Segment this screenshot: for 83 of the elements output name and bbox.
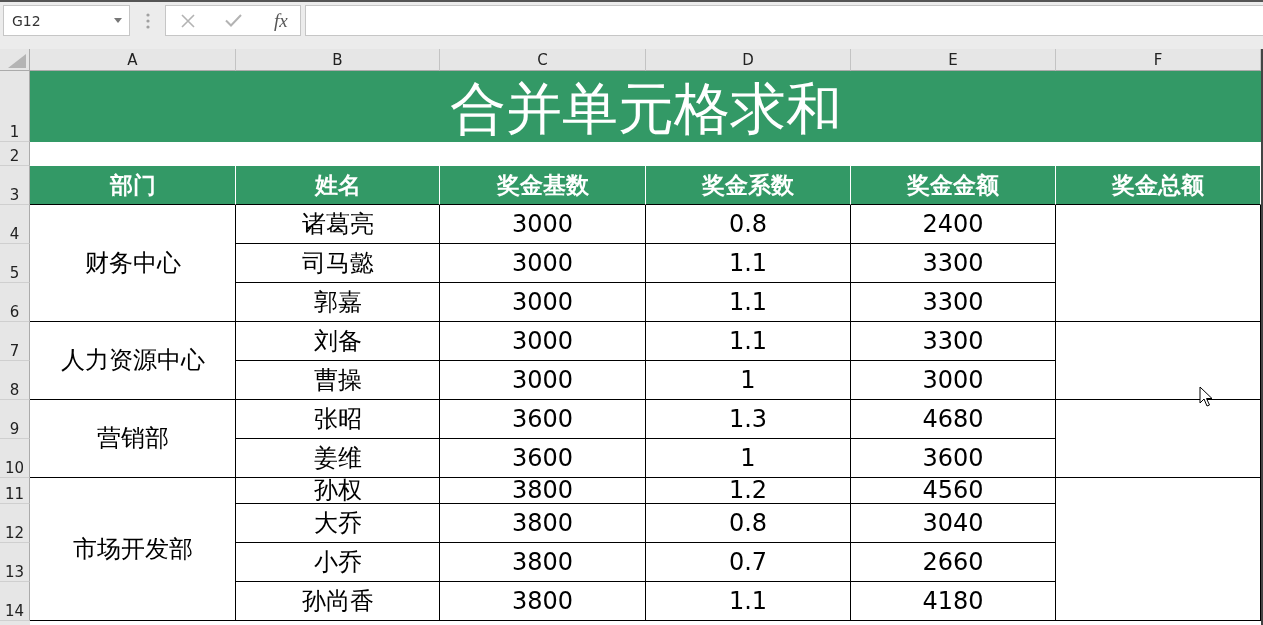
- column-header[interactable]: F: [1056, 49, 1261, 71]
- column-heading: 奖金金额: [851, 166, 1056, 205]
- row-header[interactable]: 4: [0, 205, 30, 244]
- name-box[interactable]: G12: [3, 5, 130, 36]
- table-cell: 司马懿: [236, 244, 440, 283]
- table-cell: 孙权: [236, 478, 440, 504]
- insert-function-button[interactable]: fx: [272, 10, 290, 31]
- table-cell: 3000: [440, 244, 646, 283]
- select-all-button[interactable]: [0, 49, 30, 71]
- table-cell: 3000: [440, 322, 646, 361]
- table-cell: 2660: [851, 543, 1056, 582]
- mouse-pointer-icon: [1199, 386, 1212, 407]
- row-header[interactable]: 2: [0, 142, 30, 166]
- triangle-icon: [8, 54, 26, 68]
- table-cell: 营销部: [30, 400, 236, 478]
- table-cell: 人力资源中心: [30, 322, 236, 400]
- table-cell: 4180: [851, 582, 1056, 621]
- row-header[interactable]: 12: [0, 504, 30, 543]
- row-header[interactable]: 11: [0, 478, 30, 504]
- column-heading: 奖金系数: [646, 166, 851, 205]
- table-cell: 1.1: [646, 582, 851, 621]
- table-cell: 4560: [851, 478, 1056, 504]
- caret-icon[interactable]: [114, 18, 122, 23]
- table-cell: 孙尚香: [236, 582, 440, 621]
- column-heading: 奖金总额: [1056, 166, 1261, 205]
- table-cell: 小乔: [236, 543, 440, 582]
- table-cell: 4680: [851, 400, 1056, 439]
- table-cell: 姜维: [236, 439, 440, 478]
- table-cell: 刘备: [236, 322, 440, 361]
- row-header[interactable]: 13: [0, 543, 30, 582]
- table-cell: 3800: [440, 478, 646, 504]
- column-header[interactable]: B: [236, 49, 440, 71]
- table-cell: 张昭: [236, 400, 440, 439]
- column-header[interactable]: E: [851, 49, 1056, 71]
- table-cell: 3300: [851, 322, 1056, 361]
- table-cell: 3300: [851, 283, 1056, 322]
- table-cell: 1.1: [646, 322, 851, 361]
- table-cell: 3040: [851, 504, 1056, 543]
- grip-icon[interactable]: [146, 13, 150, 29]
- table-cell: 3300: [851, 244, 1056, 283]
- table-cell: 财务中心: [30, 205, 236, 322]
- table-cell: 3600: [440, 400, 646, 439]
- table-cell: 1.1: [646, 244, 851, 283]
- row-header[interactable]: 10: [0, 439, 30, 478]
- row-header[interactable]: 1: [0, 71, 30, 142]
- column-header[interactable]: C: [440, 49, 646, 71]
- table-cell: 1.3: [646, 400, 851, 439]
- table-cell: 3000: [851, 361, 1056, 400]
- table-cell: 市场开发部: [30, 478, 236, 621]
- row-header[interactable]: 6: [0, 283, 30, 322]
- table-cell: 3000: [440, 205, 646, 244]
- row-header[interactable]: 9: [0, 400, 30, 439]
- row-header[interactable]: 5: [0, 244, 30, 283]
- row-header[interactable]: 7: [0, 322, 30, 361]
- sheet-title: 合并单元格求和: [30, 71, 1261, 142]
- table-cell: 3800: [440, 582, 646, 621]
- row-header[interactable]: 8: [0, 361, 30, 400]
- table-cell: 3600: [851, 439, 1056, 478]
- row-header[interactable]: 14: [0, 582, 30, 621]
- table-cell: 3000: [440, 361, 646, 400]
- table-cell: 郭嘉: [236, 283, 440, 322]
- table-cell: 诸葛亮: [236, 205, 440, 244]
- table-cell: 曹操: [236, 361, 440, 400]
- table-cell: 1: [646, 439, 851, 478]
- column-heading: 部门: [30, 166, 236, 205]
- table-cell: 3800: [440, 504, 646, 543]
- table-cell: 0.8: [646, 504, 851, 543]
- table-cell: 3600: [440, 439, 646, 478]
- column-header[interactable]: A: [30, 49, 236, 71]
- table-cell: 0.8: [646, 205, 851, 244]
- table-cell: 3000: [440, 283, 646, 322]
- row-header[interactable]: 3: [0, 166, 30, 205]
- table-cell: 2400: [851, 205, 1056, 244]
- table-cell: 大乔: [236, 504, 440, 543]
- column-heading: 奖金基数: [440, 166, 646, 205]
- column-heading: 姓名: [236, 166, 440, 205]
- formula-field[interactable]: [305, 5, 1263, 36]
- column-header[interactable]: D: [646, 49, 851, 71]
- table-cell: 1: [646, 361, 851, 400]
- table-cell: 3800: [440, 543, 646, 582]
- table-cell: 1.2: [646, 478, 851, 504]
- table-cell: 0.7: [646, 543, 851, 582]
- table-cell: 1.1: [646, 283, 851, 322]
